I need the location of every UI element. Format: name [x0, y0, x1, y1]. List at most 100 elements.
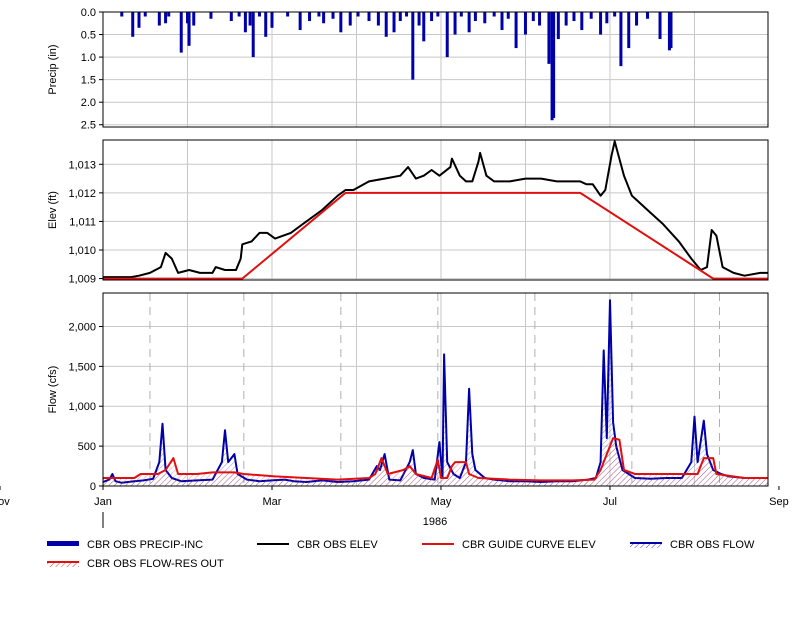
y-tick-label: 0 — [90, 481, 96, 493]
precip-bar — [430, 12, 434, 22]
y-tick-label: 1.5 — [81, 75, 96, 87]
legend-label: CBR OBS FLOW-RES OUT — [87, 558, 224, 570]
precip-bar — [619, 12, 623, 67]
precip-bar — [143, 12, 147, 17]
precip-bar — [322, 12, 326, 24]
precip-bar — [514, 12, 518, 49]
precip-bar — [237, 12, 241, 17]
precip-bar — [589, 12, 593, 19]
legend-item: CBR GUIDE CURVE ELEV — [422, 539, 596, 551]
precip-bar — [599, 12, 603, 35]
precip-bar — [556, 12, 560, 40]
x-tick-label: May — [431, 496, 452, 508]
legend: CBR OBS PRECIP-INC CBR OBS ELEV CBR GUIDE … — [47, 539, 755, 570]
plot-background — [103, 293, 768, 486]
precip-bar — [229, 12, 233, 22]
precip-bar — [192, 12, 196, 26]
panel-2: 1,009 1,010 1,011 1,012 1,013 Elev (ft) — [47, 139, 769, 286]
y-tick-label: 1,012 — [68, 188, 96, 200]
precip-bar — [436, 12, 440, 17]
panel-3: 0 500 1,000 1,500 2,000 Flow (cfs) Jan Mar May Ju… — [0, 292, 789, 528]
precip-bar — [298, 12, 302, 31]
precip-bar — [523, 12, 527, 35]
precip-bar — [417, 12, 421, 26]
precip-bar — [339, 12, 343, 33]
precip-bar — [500, 12, 504, 31]
x-tick-label: Jan — [94, 496, 112, 508]
legend-item: CBR OBS FLOW — [630, 539, 755, 551]
legend-label: CBR OBS PRECIP-INC — [87, 539, 203, 551]
precip-bar — [492, 12, 496, 17]
precip-bar — [411, 12, 415, 80]
x-tick-label: Mar — [263, 496, 282, 508]
precip-bar — [547, 12, 551, 64]
precip-bar — [251, 12, 255, 58]
legend-item: CBR OBS PRECIP-INC — [47, 539, 203, 551]
y-tick-label: 1.0 — [81, 52, 96, 64]
legend-label: CBR OBS FLOW — [670, 539, 755, 551]
precip-bar — [453, 12, 457, 35]
precip-bar — [264, 12, 268, 37]
precip-bar — [613, 12, 617, 17]
y-axis-label: Precip (in) — [47, 44, 59, 94]
precip-bar — [157, 12, 161, 26]
y-axis-label: Elev (ft) — [47, 191, 59, 229]
y-tick-label: 1,500 — [68, 361, 96, 373]
precip-bar — [243, 12, 247, 33]
y-tick-label: 1,009 — [68, 274, 96, 286]
precip-bar — [459, 12, 463, 17]
precip-bar — [646, 12, 650, 19]
precip-bar — [467, 12, 471, 33]
precip-bar — [257, 12, 261, 17]
precip-bar — [392, 12, 396, 33]
panel-1: 0.0 0.5 1.0 1.5 2.0 2.5 Precip (in) — [47, 7, 769, 132]
legend-swatch — [47, 541, 79, 546]
precip-bar — [483, 12, 487, 24]
precip-bar — [384, 12, 388, 37]
precip-bar — [137, 12, 141, 28]
y-tick-label: 1,011 — [69, 216, 96, 228]
precip-bar — [356, 12, 360, 17]
precip-bar — [531, 12, 535, 22]
precip-bar — [605, 12, 609, 24]
y-tick-label: 2,000 — [68, 321, 96, 333]
precip-bar — [348, 12, 352, 26]
y-tick-label: 1,000 — [68, 401, 96, 413]
x-tick-label: Sep — [769, 496, 789, 508]
precip-bar — [398, 12, 402, 22]
precip-bar — [506, 12, 510, 19]
precip-bar — [367, 12, 371, 22]
precip-bar — [627, 12, 631, 49]
precip-bar — [580, 12, 584, 31]
legend-item: CBR OBS FLOW-RES OUT — [47, 558, 224, 570]
precip-bar — [248, 12, 252, 26]
precip-bar — [286, 12, 290, 17]
precip-bar — [552, 12, 556, 118]
y-tick-label: 2.5 — [81, 120, 96, 132]
precip-bar — [164, 12, 168, 24]
legend-label: CBR OBS ELEV — [297, 539, 378, 551]
precip-bar — [405, 12, 409, 17]
precip-bar — [131, 12, 135, 37]
y-tick-label: 0.0 — [81, 7, 96, 19]
precip-bar — [308, 12, 312, 22]
precip-bar — [422, 12, 426, 42]
precip-bar — [635, 12, 639, 26]
y-tick-label: 2.0 — [81, 97, 96, 109]
precip-bar — [331, 12, 335, 19]
precip-bar — [658, 12, 662, 40]
precip-bar — [473, 12, 477, 22]
precip-bar — [538, 12, 542, 26]
x-axis-label: 1986 — [423, 516, 447, 528]
precip-bar — [209, 12, 213, 19]
x-tick-label: Jul — [603, 496, 617, 508]
precip-bar — [270, 12, 274, 28]
y-tick-label: 0.5 — [81, 30, 96, 42]
precip-bar — [376, 12, 380, 26]
panels: 0.0 0.5 1.0 1.5 2.0 2.5 Precip (in) 1,009 1,010 1… — [0, 7, 789, 528]
y-axis-label: Flow (cfs) — [47, 366, 59, 414]
precip-bar — [317, 12, 321, 17]
y-tick-label: 500 — [78, 441, 96, 453]
y-tick-label: 1,010 — [68, 245, 96, 257]
precip-bar — [564, 12, 568, 26]
